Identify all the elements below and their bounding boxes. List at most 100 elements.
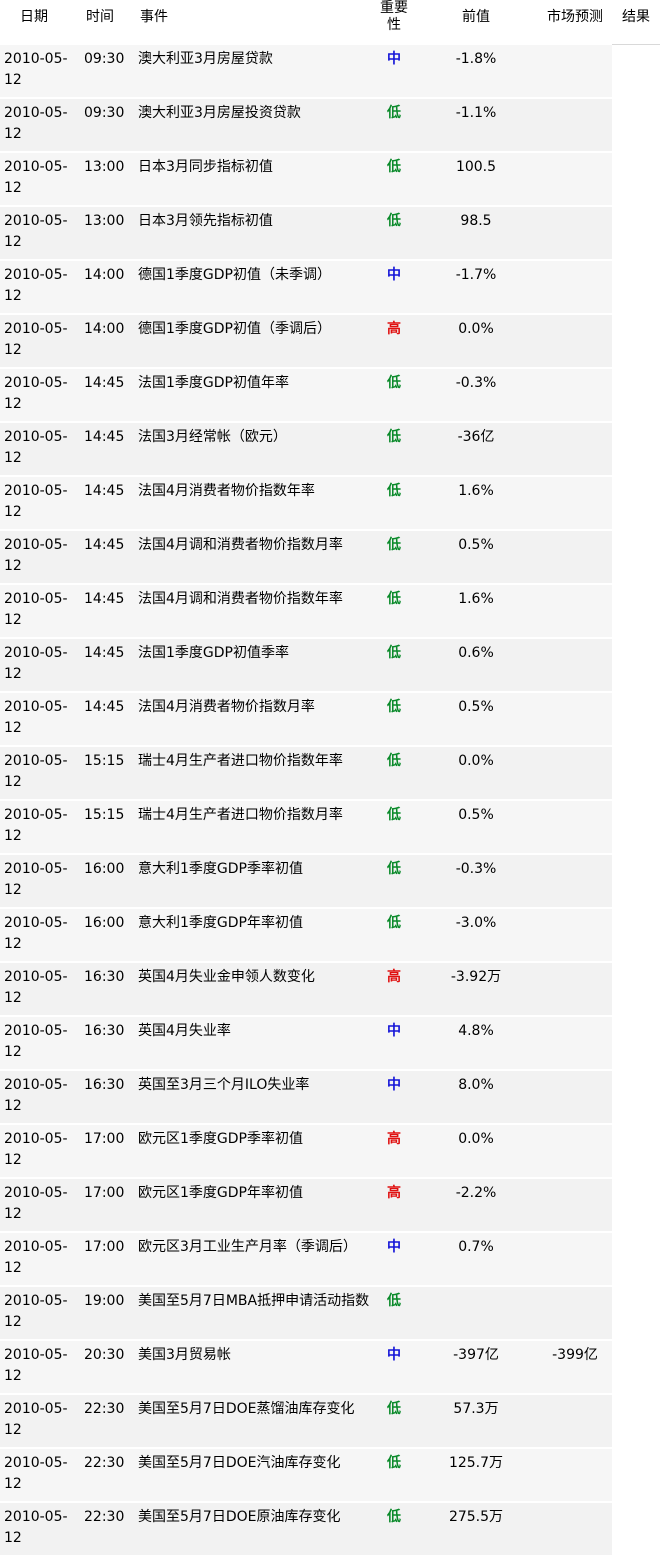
cell-result (612, 1232, 660, 1286)
cell-date: 2010-05-12 (0, 853, 78, 909)
cell-event: 法国3月经常帐（欧元） (134, 421, 374, 477)
cell-event: 法国1季度GDP初值季率 (134, 637, 374, 693)
cell-importance: 低 (374, 367, 414, 423)
cell-time: 14:45 (78, 529, 134, 585)
importance-badge: 低 (387, 645, 401, 661)
cell-event: 意大利1季度GDP季率初值 (134, 853, 374, 909)
cell-importance: 低 (374, 97, 414, 153)
cell-event: 德国1季度GDP初值（未季调） (134, 259, 374, 315)
cell-date: 2010-05-12 (0, 691, 78, 747)
date-text: 2010-05-12 (4, 537, 68, 574)
cell-forecast (538, 1447, 612, 1503)
cell-importance: 中 (374, 1231, 414, 1287)
cell-date: 2010-05-12 (0, 205, 78, 261)
date-text: 2010-05-12 (4, 1509, 68, 1546)
date-text: 2010-05-12 (4, 1293, 68, 1330)
cell-result (612, 1124, 660, 1178)
cell-time: 14:45 (78, 691, 134, 747)
cell-date: 2010-05-12 (0, 1231, 78, 1287)
cell-previous: 98.5 (414, 205, 538, 261)
date-text: 2010-05-12 (4, 1401, 68, 1438)
table-header-row: 日期 时间 事件 重要性 前值 市场预测 结果 (0, 0, 660, 45)
cell-date: 2010-05-12 (0, 1447, 78, 1503)
cell-importance: 中 (374, 259, 414, 315)
table-row: 2010-05-12 14:45 法国3月经常帐（欧元） 低 -36亿 (0, 421, 660, 477)
cell-result (612, 260, 660, 314)
table-row: 2010-05-12 16:00 意大利1季度GDP年率初值低 -3.0% (0, 907, 660, 963)
cell-time: 16:30 (78, 961, 134, 1017)
cell-result (612, 1394, 660, 1448)
cell-previous: 1.6% (414, 583, 538, 639)
table-row: 2010-05-12 22:30 美国至5月7日DOE原油库存变化低 275.5万 (0, 1501, 660, 1557)
cell-importance: 低 (374, 691, 414, 747)
cell-importance: 低 (374, 637, 414, 693)
cell-importance: 低 (374, 151, 414, 207)
date-text: 2010-05-12 (4, 105, 68, 142)
cell-forecast (538, 367, 612, 423)
cell-date: 2010-05-12 (0, 1501, 78, 1557)
cell-time: 16:30 (78, 1069, 134, 1125)
table-row: 2010-05-12 14:45 法国4月消费者物价指数年率低 1.6% (0, 475, 660, 531)
cell-previous: 0.6% (414, 637, 538, 693)
header-previous: 前值 (414, 0, 538, 45)
importance-badge: 高 (387, 969, 401, 985)
cell-forecast (538, 259, 612, 315)
cell-forecast (538, 1285, 612, 1341)
cell-forecast: -399亿 (538, 1339, 612, 1395)
cell-date: 2010-05-12 (0, 961, 78, 1017)
cell-event: 美国至5月7日DOE原油库存变化 (134, 1501, 374, 1557)
importance-badge: 高 (387, 1131, 401, 1147)
cell-event: 瑞士4月生产者进口物价指数月率 (134, 799, 374, 855)
importance-badge: 低 (387, 105, 401, 121)
cell-event: 澳大利亚3月房屋投资贷款 (134, 97, 374, 153)
date-text: 2010-05-12 (4, 1455, 68, 1492)
cell-forecast (538, 43, 612, 99)
cell-date: 2010-05-12 (0, 1393, 78, 1449)
table-row: 2010-05-12 14:45 法国4月消费者物价指数月率低 0.5% (0, 691, 660, 747)
table-row: 2010-05-12 16:30 英国至3月三个月ILO失业率中 8.0% (0, 1069, 660, 1125)
cell-event: 欧元区1季度GDP年率初值 (134, 1177, 374, 1233)
cell-importance: 中 (374, 1015, 414, 1071)
cell-importance: 低 (374, 907, 414, 963)
cell-date: 2010-05-12 (0, 637, 78, 693)
cell-time: 16:00 (78, 907, 134, 963)
cell-time: 14:45 (78, 421, 134, 477)
date-text: 2010-05-12 (4, 321, 68, 358)
cell-result (612, 1070, 660, 1124)
cell-time: 17:00 (78, 1123, 134, 1179)
cell-previous: -3.0% (414, 907, 538, 963)
importance-badge: 低 (387, 915, 401, 931)
importance-badge: 高 (387, 321, 401, 337)
cell-forecast (538, 1069, 612, 1125)
cell-event: 美国至5月7日DOE汽油库存变化 (134, 1447, 374, 1503)
date-text: 2010-05-12 (4, 645, 68, 682)
cell-importance: 低 (374, 421, 414, 477)
table-row: 2010-05-12 14:45 法国1季度GDP初值季率低 0.6% (0, 637, 660, 693)
cell-previous: -1.8% (414, 43, 538, 99)
cell-forecast (538, 1501, 612, 1557)
importance-badge: 中 (387, 1347, 401, 1363)
cell-time: 14:00 (78, 259, 134, 315)
cell-time: 14:45 (78, 583, 134, 639)
date-text: 2010-05-12 (4, 159, 68, 196)
cell-event: 德国1季度GDP初值（季调后） (134, 313, 374, 369)
cell-forecast (538, 475, 612, 531)
importance-badge: 中 (387, 1239, 401, 1255)
cell-previous: -2.2% (414, 1177, 538, 1233)
cell-date: 2010-05-12 (0, 97, 78, 153)
cell-forecast (538, 637, 612, 693)
date-text: 2010-05-12 (4, 699, 68, 736)
date-text: 2010-05-12 (4, 753, 68, 790)
cell-previous: 0.7% (414, 1231, 538, 1287)
date-text: 2010-05-12 (4, 267, 68, 304)
cell-time: 16:00 (78, 853, 134, 909)
cell-importance: 低 (374, 475, 414, 531)
cell-result (612, 962, 660, 1016)
cell-result (612, 368, 660, 422)
cell-event: 美国至5月7日MBA抵押申请活动指数 (134, 1285, 374, 1341)
cell-date: 2010-05-12 (0, 313, 78, 369)
cell-time: 17:00 (78, 1177, 134, 1233)
importance-badge: 低 (387, 483, 401, 499)
table-row: 2010-05-12 09:30 澳大利亚3月房屋投资贷款低 -1.1% (0, 97, 660, 153)
date-text: 2010-05-12 (4, 429, 68, 466)
